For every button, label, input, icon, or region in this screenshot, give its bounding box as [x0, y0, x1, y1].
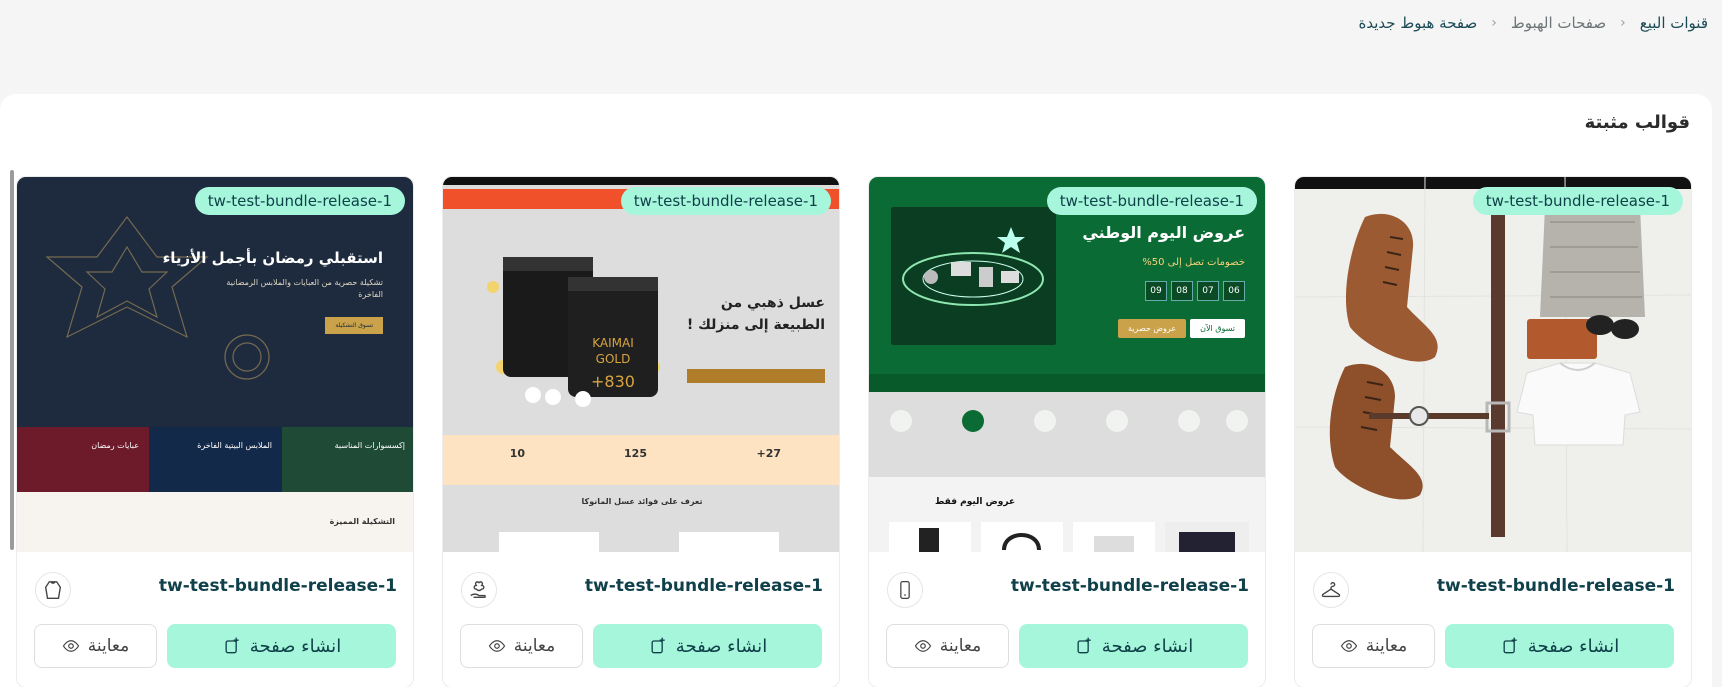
template-card: KAIMAI GOLD 830+ عسل ذهبي من الطبيعة إلى…: [442, 176, 840, 687]
hanger-icon: [1313, 572, 1349, 608]
featured-heading: التشكيلة المميزة: [329, 517, 395, 526]
create-page-label: انشاء صفحة: [1527, 635, 1620, 657]
hero-headline-line1: عسل ذهبي من: [720, 295, 825, 311]
template-name: tw-test-bundle-release-1: [584, 576, 823, 596]
eye-icon: [62, 640, 79, 652]
preview-button[interactable]: معاينة: [1312, 624, 1435, 668]
template-name: tw-test-bundle-release-1: [1436, 576, 1675, 596]
category-icons-row: [890, 410, 1248, 432]
breadcrumb-landing-pages[interactable]: صفحات الهبوط: [1511, 14, 1606, 32]
hero-subheadline: تشكيلة حصرية من العبايات والملابس الرمضا…: [226, 278, 383, 299]
abaya-icon: [35, 572, 71, 608]
breadcrumb-sales-channels[interactable]: قنوات البيع: [1640, 14, 1708, 32]
category-tile: عبايات رمضان: [17, 427, 149, 493]
create-page-button[interactable]: انشاء صفحة: [167, 624, 396, 668]
template-name: tw-test-bundle-release-1: [1010, 576, 1249, 596]
preview-button[interactable]: معاينة: [886, 624, 1009, 668]
template-badge: tw-test-bundle-release-1: [1046, 187, 1257, 215]
template-badge: tw-test-bundle-release-1: [620, 187, 831, 215]
preview-button[interactable]: معاينة: [34, 624, 157, 668]
hero-buttons: تسوق الآن عروض حصرية: [1118, 319, 1245, 338]
phone-icon: [887, 572, 923, 608]
hero-headline-line2: الطبيعة إلى منزلك !: [686, 317, 825, 333]
create-page-label: انشاء صفحة: [675, 635, 768, 657]
template-thumbnail[interactable]: tw-test-bundle-release-1: [1295, 177, 1691, 552]
stats-strip: [443, 435, 839, 485]
product-thumbs: [889, 522, 1249, 552]
breadcrumb-separator-icon: ‹: [1620, 15, 1626, 31]
create-page-button[interactable]: انشاء صفحة: [593, 624, 822, 668]
add-page-icon: [651, 637, 665, 654]
hero-cta: تسوق التشكيلة: [325, 317, 383, 334]
svg-text:KAIMAI: KAIMAI: [592, 336, 634, 350]
template-thumbnail[interactable]: KAIMAI GOLD 830+ عسل ذهبي من الطبيعة إلى…: [443, 177, 839, 552]
create-page-button[interactable]: انشاء صفحة: [1445, 624, 1674, 668]
preview-label: معاينة: [939, 636, 982, 656]
eye-icon: [488, 640, 505, 652]
top-bar: [443, 177, 839, 185]
svg-text:GOLD: GOLD: [596, 352, 631, 366]
countdown-digit: 08: [1171, 281, 1193, 301]
hero-headline: استقبلي رمضان بأجمل الأزياء: [162, 249, 383, 267]
add-page-icon: [225, 637, 239, 654]
hero-headline: عروض اليوم الوطني: [1082, 223, 1245, 242]
flower-hand-icon: [461, 572, 497, 608]
template-card: tw-test-bundle-release-1 tw-test-bundle-…: [1294, 176, 1692, 687]
benefit-cards: [499, 532, 779, 552]
preview-button[interactable]: معاينة: [460, 624, 583, 668]
exclusive-offers-button: عروض حصرية: [1118, 319, 1187, 338]
template-card: عروض اليوم الوطني خصومات تصل إلى 50% 06 …: [868, 176, 1266, 687]
honey-jars-image: KAIMAI GOLD 830+: [487, 257, 660, 407]
eye-icon: [1340, 640, 1357, 652]
create-page-label: انشاء صفحة: [249, 635, 342, 657]
countdown-digit: 07: [1197, 281, 1219, 301]
template-thumbnail[interactable]: عروض اليوم الوطني خصومات تصل إلى 50% 06 …: [869, 177, 1265, 552]
preview-label: معاينة: [87, 636, 130, 656]
add-page-icon: [1077, 637, 1091, 654]
breadcrumb: قنوات البيع ‹ صفحات الهبوط ‹ صفحة هبوط ج…: [1359, 14, 1708, 32]
fashion-flatlay-image: [1295, 177, 1691, 552]
features-strip: [869, 374, 1265, 392]
section-title: قوالب مثبتة: [1584, 112, 1690, 133]
category-tile: الملابس البيتية الفاخرة: [149, 427, 282, 493]
template-name: tw-test-bundle-release-1: [158, 576, 397, 596]
hero-cta: [687, 369, 825, 383]
section-heading: تعرف على فوائد عسل المانوكا: [581, 497, 703, 506]
preview-label: معاينة: [1365, 636, 1408, 656]
hero-image: [891, 207, 1056, 345]
countdown-digit: 06: [1223, 281, 1245, 301]
stat-value: 125: [624, 447, 647, 460]
stat-value: 27+: [756, 447, 781, 460]
eye-icon: [914, 640, 931, 652]
deals-title: عروض اليوم فقط: [935, 497, 1016, 507]
preview-label: معاينة: [513, 636, 556, 656]
hero-subheadline: خصومات تصل إلى 50%: [1142, 257, 1245, 268]
create-page-label: انشاء صفحة: [1101, 635, 1194, 657]
countdown-digit: 09: [1145, 281, 1167, 301]
category-tile: إكسسوارات المناسبة: [282, 427, 413, 493]
breadcrumb-new-landing-page: صفحة هبوط جديدة: [1358, 14, 1478, 32]
shop-now-button: تسوق الآن: [1190, 319, 1245, 338]
svg-text:830+: 830+: [591, 372, 635, 391]
template-card: استقبلي رمضان بأجمل الأزياء تشكيلة حصرية…: [16, 176, 414, 687]
template-badge: tw-test-bundle-release-1: [194, 187, 405, 215]
template-thumbnail[interactable]: استقبلي رمضان بأجمل الأزياء تشكيلة حصرية…: [17, 177, 413, 552]
breadcrumb-separator-icon: ‹: [1491, 15, 1497, 31]
countdown-timer: 06 07 08 09: [1145, 281, 1245, 301]
template-badge: tw-test-bundle-release-1: [1472, 187, 1683, 215]
create-page-button[interactable]: انشاء صفحة: [1019, 624, 1248, 668]
stat-value: 10: [509, 447, 525, 460]
add-page-icon: [1503, 637, 1517, 654]
horizontal-scrollbar[interactable]: [10, 170, 14, 550]
